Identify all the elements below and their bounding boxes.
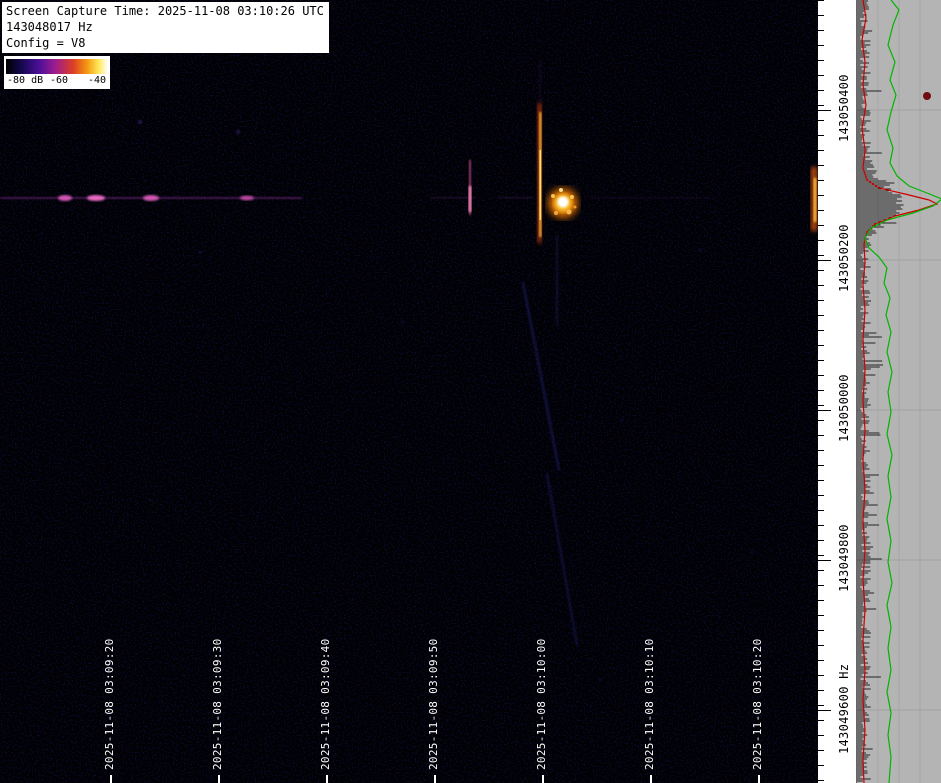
color-scale-legend: -80 dB -60 -40 [4, 56, 110, 89]
freq-major-tick [818, 410, 831, 411]
color-gradient-bar [6, 59, 108, 74]
spectrum-graph-panel [856, 0, 941, 783]
time-axis-tick [650, 775, 652, 783]
noise-dot [698, 248, 702, 252]
doppler-smear [556, 235, 558, 325]
time-tick-label: 2025-11-08 03:09:40 [319, 638, 332, 770]
waterfall-spectrogram: 2025-11-08 03:09:20 2025-11-08 03:09:30 … [0, 0, 818, 783]
meteor-spectrogram-screen: 2025-11-08 03:09:20 2025-11-08 03:09:30 … [0, 0, 941, 783]
spectrogram-canvas [0, 0, 818, 783]
time-tick-label: 2025-11-08 03:09:50 [427, 638, 440, 770]
freq-major-tick [818, 710, 831, 711]
frequency-minor-ticks [818, 0, 824, 783]
noise-dot [236, 130, 240, 134]
time-tick-label: 2025-11-08 03:10:20 [751, 638, 764, 770]
noise-dot [138, 120, 142, 124]
noise-dot [350, 598, 354, 602]
freq-major-tick [818, 560, 831, 561]
carrier-line-faint [498, 197, 534, 199]
colorbar-min-label: -80 dB [7, 75, 44, 86]
capture-frequency-text: 143048017 Hz [6, 20, 93, 34]
echo-speckle [573, 205, 577, 209]
capture-info-box: Screen Capture Time: 2025-11-08 03:10:26… [2, 2, 329, 53]
noise-dot [400, 320, 404, 324]
freq-tick-label: 143050400 [837, 74, 851, 142]
head-echo-top-faint [539, 60, 541, 102]
head-echo-streak-core [539, 150, 541, 220]
colorbar-mid-label: -60 [50, 75, 69, 86]
noise-dot [198, 250, 202, 254]
carrier-ping [143, 195, 159, 201]
echo-speckle [551, 194, 555, 198]
time-axis-tick [218, 775, 220, 783]
carrier-ping [87, 195, 105, 201]
time-axis-tick [434, 775, 436, 783]
freq-major-tick [818, 110, 831, 111]
capture-config-text: Config = V8 [6, 36, 86, 50]
freq-tick-label: 143050000 [837, 374, 851, 442]
noise-dot [750, 550, 754, 554]
time-tick-label: 2025-11-08 03:10:00 [535, 638, 548, 770]
time-axis-tick [326, 775, 328, 783]
echo-speckle [566, 209, 572, 215]
noise-dot [148, 498, 152, 502]
freq-tick-label: 143049600 Hz [837, 663, 851, 754]
ping-streak-core [468, 186, 472, 212]
echo-speckle [559, 188, 563, 192]
spectrum-canvas [857, 0, 941, 783]
dark-red-marker-dot [923, 92, 931, 100]
time-tick-label: 2025-11-08 03:09:30 [211, 638, 224, 770]
meteor-echo-core [557, 196, 569, 208]
freq-tick-label: 143049800 [837, 524, 851, 592]
carrier-ping [58, 195, 72, 201]
colorbar-max-label: -40 [87, 75, 106, 86]
echo-speckle [554, 211, 558, 215]
carrier-line-faint [590, 197, 710, 199]
carrier-ping [240, 195, 254, 201]
freq-tick-label: 143050200 [837, 224, 851, 292]
time-tick-label: 2025-11-08 03:10:10 [643, 638, 656, 770]
freq-major-tick [818, 260, 831, 261]
color-scale-labels: -80 dB -60 -40 [6, 74, 108, 87]
capture-time-text: Screen Capture Time: 2025-11-08 03:10:26… [6, 4, 324, 18]
time-axis-tick [110, 775, 112, 783]
echo-speckle [570, 195, 574, 199]
background-noise-speckle [0, 0, 818, 783]
noise-dot [598, 678, 602, 682]
time-axis-tick [758, 775, 760, 783]
noise-dot [620, 418, 624, 422]
time-axis-tick [542, 775, 544, 783]
time-tick-label: 2025-11-08 03:09:20 [103, 638, 116, 770]
edge-echo-core [813, 178, 817, 222]
